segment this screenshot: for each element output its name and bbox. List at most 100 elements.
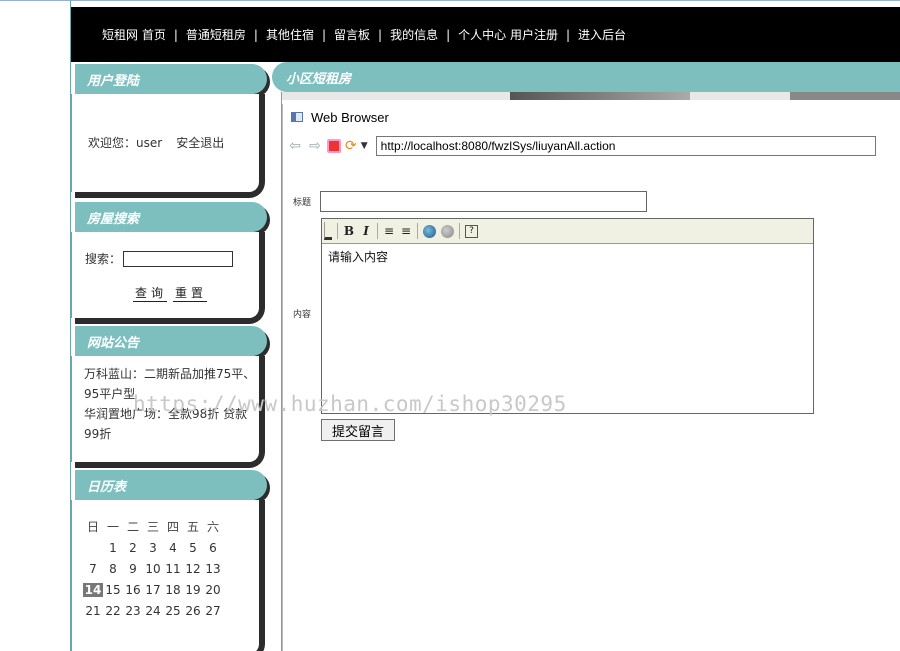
content-label: 内容	[293, 310, 312, 320]
calendar-day[interactable]: 18	[163, 583, 183, 597]
nav-my-info[interactable]: 我的信息	[390, 26, 438, 43]
search-panel: 搜索： 查询 重置	[71, 232, 265, 324]
login-panel-header: 用户登陆	[75, 64, 267, 94]
calendar-day[interactable]: 27	[203, 604, 223, 618]
submit-message-button[interactable]: 提交留言	[321, 419, 395, 441]
calendar-grid: 日一二三四五六 1 2 3 4 5 6 7 8 9 10 11 12 13 14 15 16 17 18 19 20 21…	[83, 516, 223, 621]
banner-strip-dark	[510, 92, 690, 100]
login-panel-title: 用户登陆	[87, 74, 140, 89]
calendar-day[interactable]: 16	[123, 583, 143, 597]
nav-normal-rental[interactable]: 普通短租房	[186, 26, 246, 43]
calendar-week-row: 14 15 16 17 18 19 20	[83, 579, 223, 600]
nav-separator: |	[321, 27, 326, 42]
reset-button[interactable]: 重置	[173, 284, 208, 302]
calendar-day[interactable]: 2	[123, 541, 143, 555]
calendar-day[interactable]: 13	[203, 562, 223, 576]
toolbar-separator	[417, 223, 418, 239]
italic-button[interactable]: I	[360, 224, 372, 238]
nav-other-lodging[interactable]: 其他住宿	[266, 26, 314, 43]
calendar-day[interactable]: 6	[203, 541, 223, 555]
back-arrow-icon[interactable]: ⇦	[287, 138, 303, 154]
nav-message-board[interactable]: 留言板	[334, 26, 370, 43]
calendar-day[interactable]: 4	[163, 541, 183, 555]
nav-admin[interactable]: 进入后台	[578, 26, 626, 43]
banner-strip-dark-right	[790, 92, 900, 100]
search-panel-header: 房屋搜索	[75, 202, 267, 232]
calendar-day[interactable]: 23	[123, 604, 143, 618]
calendar-week-row: 21 22 23 24 25 26 27	[83, 600, 223, 621]
forward-arrow-icon[interactable]: ⇨	[307, 138, 323, 154]
notice-panel-header: 网站公告	[75, 326, 267, 356]
calendar-weekday: 六	[206, 520, 219, 534]
login-info: 欢迎您：user 安全退出	[88, 134, 224, 151]
watermark-text: https://www.huzhan.com/ishop30295	[133, 392, 567, 416]
top-rule	[0, 0, 900, 1]
calendar-day[interactable]: 17	[143, 583, 163, 597]
nav-separator: |	[173, 27, 178, 42]
calendar-day[interactable]: 3	[143, 541, 163, 555]
address-bar[interactable]: http://localhost:8080/fwzlSys/liuyanAll.…	[375, 136, 876, 156]
search-input[interactable]	[123, 250, 234, 267]
web-browser-window: Web Browser ⇦ ⇨ ⟳ ▼ http://localhost:808…	[282, 104, 900, 651]
calendar-day[interactable]: 1	[103, 541, 123, 555]
calendar-week-row: 7 8 9 10 11 12 13	[83, 558, 223, 579]
browser-toolbar: ⇦ ⇨ ⟳ ▼ http://localhost:8080/fwzlSys/li…	[283, 132, 900, 160]
calendar-panel: 日一二三四五六 1 2 3 4 5 6 7 8 9 10 11 12 13 14 15 16 17 18 19 20 21…	[71, 500, 265, 651]
calendar-day[interactable]: 22	[103, 604, 123, 618]
page-frame: 短租网 首页 | 普通短租房 | 其他住宿 | 留言板 | 我的信息 | 个人中…	[0, 0, 900, 651]
bold-button[interactable]: B	[343, 224, 355, 238]
calendar-day[interactable]: 24	[143, 604, 163, 618]
calendar-today[interactable]: 14	[83, 582, 103, 597]
calendar-day[interactable]: 26	[183, 604, 203, 618]
search-row: 搜索：	[85, 250, 234, 267]
editor-toolbar: B I ≡ ≡ ?	[322, 219, 813, 244]
nav-separator: |	[446, 27, 451, 42]
toolbar-handle-icon[interactable]	[324, 222, 332, 240]
title-label: 标题	[293, 198, 312, 208]
login-panel: 欢迎您：user 安全退出	[71, 94, 265, 198]
calendar-day[interactable]: 10	[143, 562, 163, 576]
unordered-list-icon[interactable]: ≡	[400, 224, 412, 238]
nav-separator: |	[565, 27, 570, 42]
calendar-weekday-row: 日一二三四五六	[83, 516, 223, 537]
help-icon[interactable]: ?	[465, 224, 478, 238]
nav-user-center-register[interactable]: 个人中心 用户注册	[458, 26, 558, 43]
calendar-day[interactable]: 12	[183, 562, 203, 576]
insert-link-icon[interactable]	[423, 224, 436, 238]
calendar-panel-title: 日历表	[87, 480, 127, 495]
calendar-day[interactable]: 15	[103, 583, 123, 597]
calendar-day[interactable]: 19	[183, 583, 203, 597]
nav-separator: |	[378, 27, 383, 42]
ordered-list-icon[interactable]: ≡	[383, 224, 395, 238]
nav-separator: |	[253, 27, 258, 42]
toolbar-separator	[459, 223, 460, 239]
calendar-panel-header: 日历表	[75, 470, 267, 500]
browser-title: Web Browser	[311, 109, 389, 125]
calendar-day[interactable]: 7	[83, 562, 103, 576]
editor-content[interactable]: 请输入内容	[322, 244, 813, 412]
calendar-day[interactable]: 20	[203, 583, 223, 597]
calendar-weekday: 二	[126, 520, 139, 534]
calendar-day[interactable]: 5	[183, 541, 203, 555]
toolbar-separator	[377, 223, 378, 239]
logout-link[interactable]: 安全退出	[176, 136, 224, 150]
notice-panel-title: 网站公告	[87, 336, 140, 351]
calendar-weekday: 四	[166, 520, 179, 534]
calendar-day[interactable]: 8	[103, 562, 123, 576]
query-button[interactable]: 查询	[133, 284, 168, 302]
calendar-day[interactable]: 9	[123, 562, 143, 576]
toolbar-separator	[337, 223, 338, 239]
remove-link-icon[interactable]	[441, 224, 454, 238]
dropdown-arrow-icon[interactable]: ▼	[361, 141, 368, 151]
calendar-weekday: 五	[186, 520, 199, 534]
window-icon	[291, 112, 303, 122]
calendar-day[interactable]: 11	[163, 562, 183, 576]
calendar-day[interactable]: 21	[83, 604, 103, 618]
nav-home[interactable]: 短租网 首页	[102, 26, 166, 43]
rich-text-editor: B I ≡ ≡ ? 请输入内容	[321, 218, 814, 414]
title-input[interactable]	[320, 191, 647, 212]
main-header: 小区短租房	[272, 62, 900, 92]
stop-icon[interactable]	[327, 139, 341, 153]
calendar-day[interactable]: 25	[163, 604, 183, 618]
refresh-icon[interactable]: ⟳	[345, 138, 357, 154]
